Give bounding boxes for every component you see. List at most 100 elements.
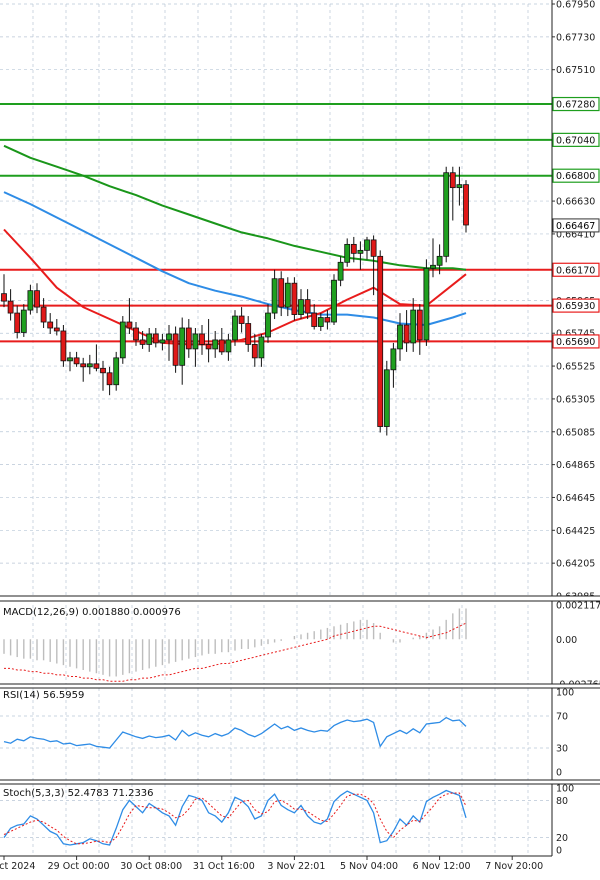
candle-body (73, 357, 80, 365)
level-label: 0.66800 (556, 171, 595, 182)
candle-body (100, 367, 106, 374)
candle (423, 259, 430, 346)
candle-body (377, 255, 384, 427)
candle-body (86, 363, 93, 368)
price-tick-label: 0.65305 (556, 394, 595, 405)
candle-body (53, 327, 60, 332)
candle-body (205, 344, 212, 350)
time-tick-label: 6 Nov 12:00 (413, 861, 471, 872)
candle-body (397, 324, 403, 350)
stoch-tick-label: 100 (556, 784, 574, 795)
level-label: 0.67040 (556, 135, 595, 146)
stoch-tick-label: 20 (556, 833, 568, 844)
stoch-tick-label: 80 (556, 796, 568, 807)
candle-body (278, 278, 285, 308)
candle-body (410, 309, 417, 344)
candle-body (271, 278, 278, 314)
time-tick-label: 30 Oct 08:00 (120, 861, 182, 872)
candle-body (390, 348, 397, 371)
candle-body (40, 306, 47, 323)
candle-body (14, 312, 21, 333)
price-tick-label: 0.64205 (556, 559, 595, 570)
price-tick-label: 0.64425 (556, 526, 595, 537)
candle-body (251, 344, 258, 359)
candle-body (311, 312, 318, 327)
candle-body (7, 300, 14, 314)
candle-body (357, 249, 364, 254)
candle-body (298, 299, 304, 315)
rsi-tick-label: 70 (556, 712, 568, 723)
candle-body (430, 264, 436, 269)
price-tick-label: 0.66630 (556, 197, 595, 208)
candle (377, 250, 384, 433)
candle-body (80, 363, 87, 368)
candle-body (192, 333, 199, 350)
candle (383, 360, 390, 436)
candle-body (463, 184, 469, 226)
candle-body (67, 357, 73, 362)
candle-body (159, 339, 166, 344)
rsi-title: RSI(14) 56.5959 (3, 690, 84, 701)
candle-body (331, 279, 337, 323)
time-tick-label: 3 Nov 22:01 (267, 861, 325, 872)
candle-body (456, 184, 463, 189)
rsi-tick-label: 0 (556, 768, 562, 779)
candle-body (1, 293, 7, 302)
price-tick-label: 0.67730 (556, 32, 595, 43)
time-tick-label: 7 Nov 20:00 (485, 861, 543, 872)
candle-body (291, 282, 298, 315)
candle-body (317, 317, 324, 327)
candle (291, 277, 298, 321)
macd-tick-label: 0.002117 (556, 601, 600, 612)
candle-body (225, 339, 232, 353)
candle (60, 325, 67, 367)
candle-body (370, 239, 377, 257)
candle-body (238, 315, 245, 324)
level-label: 0.66170 (556, 265, 595, 276)
candle-body (106, 372, 113, 386)
candle-body (172, 333, 179, 366)
candle-body (364, 239, 370, 251)
level-label: 0.65690 (556, 337, 595, 348)
candle-body (34, 290, 40, 308)
candle-body (344, 243, 351, 263)
candle-body (403, 324, 410, 344)
candle-body (324, 317, 331, 323)
candle-body (258, 336, 265, 359)
candle-body (245, 323, 252, 345)
time-tick-label: 25 Oct 2024 (0, 861, 35, 872)
price-tick-label: 0.67510 (556, 65, 595, 76)
price-tick-label: 0.65525 (556, 362, 595, 373)
candle-body (350, 243, 357, 254)
candle-body (416, 309, 423, 341)
panel-gap (0, 684, 600, 688)
candle-body (93, 363, 100, 369)
current-price-label: 0.66467 (556, 221, 595, 232)
price-tick-label: 0.64865 (556, 460, 595, 471)
price-tick-label: 0.65085 (556, 427, 595, 438)
candle-body (337, 261, 344, 281)
stoch-tick-label: 0 (556, 846, 562, 857)
candle-body (119, 321, 126, 359)
candle-body (284, 282, 291, 308)
candle-body (133, 327, 139, 341)
candle-body (212, 339, 219, 350)
rsi-tick-label: 100 (556, 688, 574, 699)
candle-body (60, 330, 67, 362)
candle-body (232, 315, 238, 341)
level-label: 0.65930 (556, 301, 595, 312)
candle-body (304, 299, 311, 314)
candle-body (139, 339, 146, 345)
candle-body (152, 333, 159, 344)
candle-body (436, 255, 443, 266)
candle-body (199, 333, 205, 345)
price-tick-label: 0.64645 (556, 493, 595, 504)
candle-body (218, 339, 225, 353)
candle (113, 351, 120, 391)
candle-body (185, 327, 192, 350)
candle-body (27, 290, 34, 311)
candle-body (20, 309, 27, 333)
panel-gap (0, 780, 600, 784)
level-label: 0.67280 (556, 100, 595, 111)
trading-chart: 0.679500.677300.675100.666300.664100.659… (0, 0, 600, 876)
